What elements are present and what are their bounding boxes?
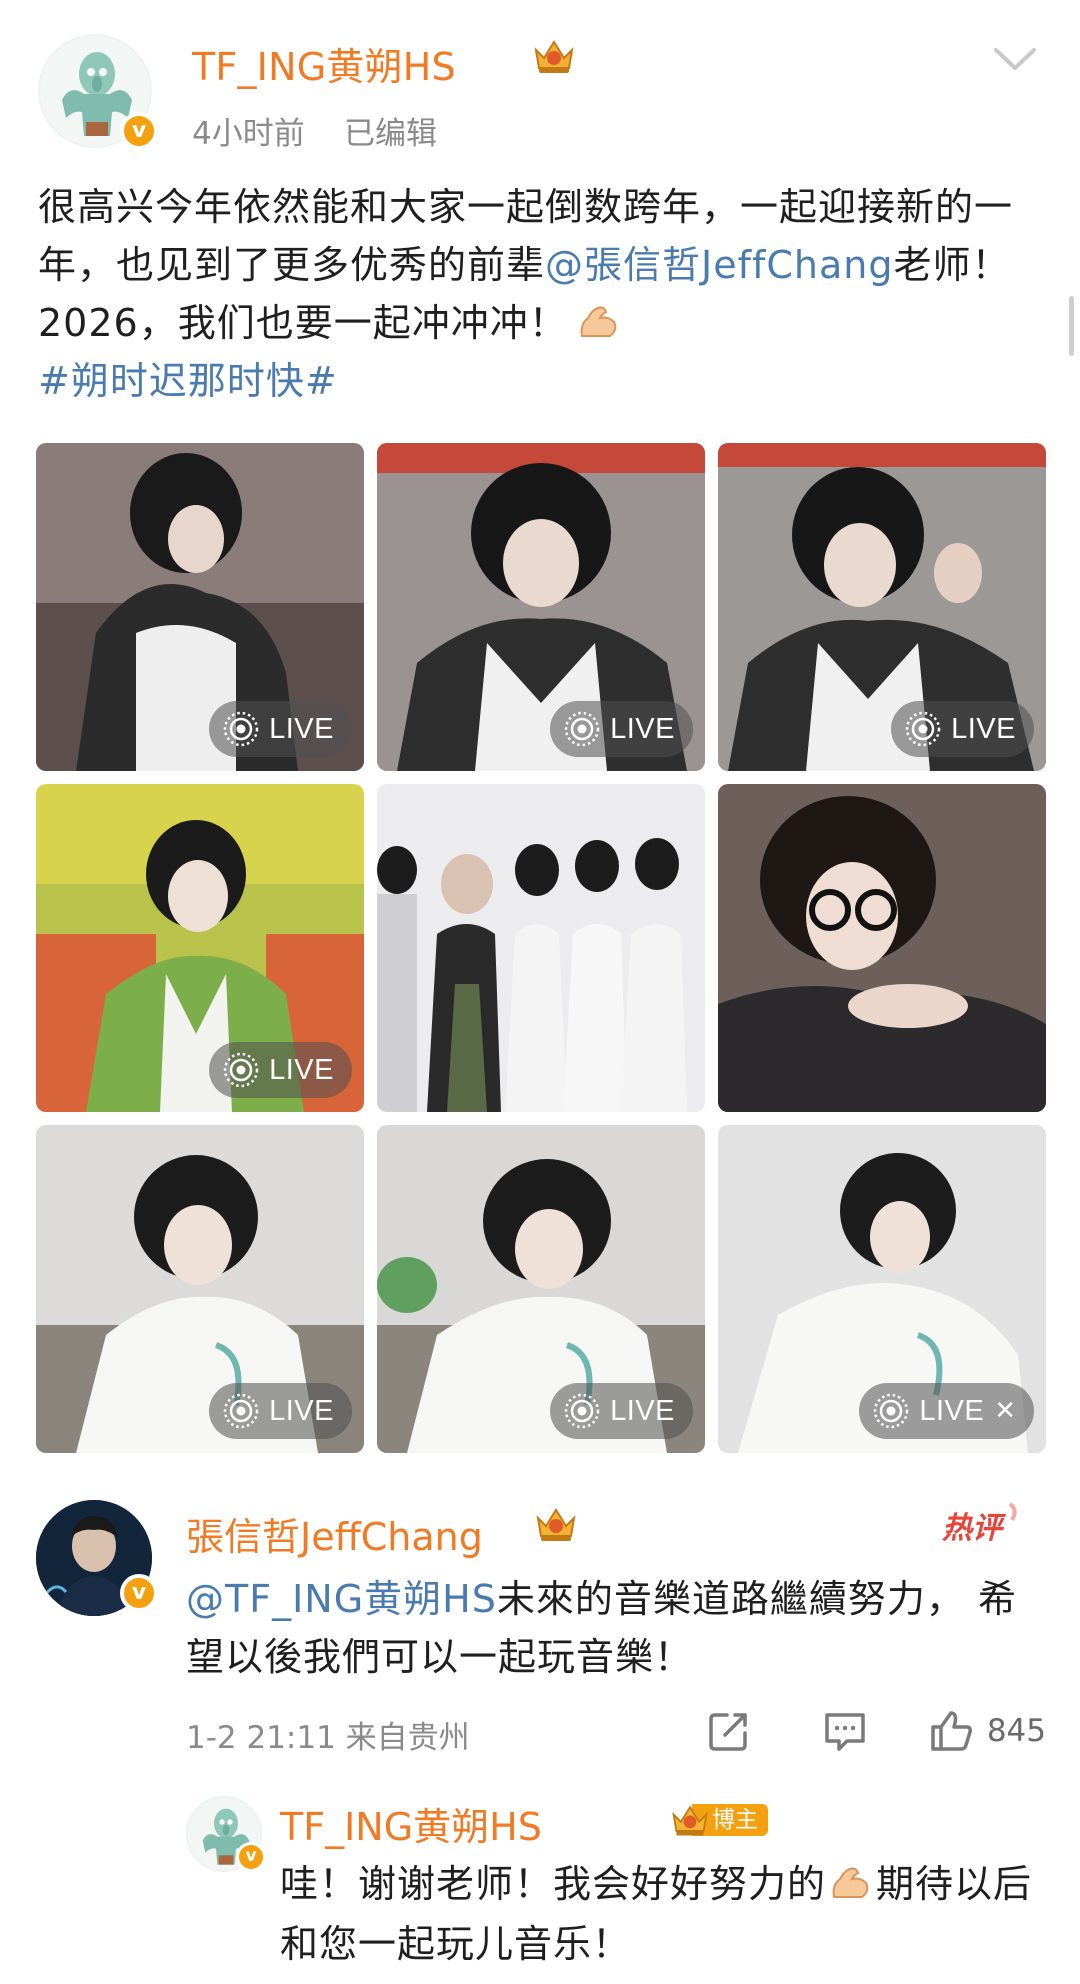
mention-link[interactable]: @張信哲JeffChang — [545, 243, 893, 287]
blogger-tag: 博主 — [670, 1800, 768, 1840]
live-label: LIVE — [269, 1394, 334, 1427]
verified-badge-icon: v — [120, 112, 158, 150]
scrollbar[interactable] — [1069, 296, 1074, 356]
photo-image — [377, 784, 705, 1112]
svg-text:热评: 热评 — [941, 1511, 1007, 1546]
live-badge[interactable]: LIVE — [209, 701, 352, 757]
like-count: 845 — [986, 1713, 1046, 1749]
photo-tile-7[interactable]: LIVE — [36, 1125, 364, 1453]
live-label: LIVE — [269, 712, 334, 745]
author-reply: v TF_ING黄朔HS 博主 哇！谢谢老师！我会好好努力的 期待以后和您一起玩… — [186, 1790, 1046, 1980]
muscle-emoji-icon — [832, 1867, 869, 1898]
hashtag-link[interactable]: #朔时迟那时快# — [38, 359, 338, 403]
live-badge[interactable]: LIVE — [891, 701, 1034, 757]
live-photo-icon — [223, 1393, 259, 1429]
live-badge[interactable]: LIVE ✕ — [859, 1383, 1034, 1439]
muscle-emoji-icon — [580, 306, 617, 337]
comment-icon[interactable] — [821, 1707, 869, 1755]
live-badge[interactable]: LIVE — [209, 1383, 352, 1439]
comment-meta: 1-2 21:11 来自贵州 — [186, 1720, 470, 1756]
post-header: v TF_ING黄朔HS 4小时前 已编辑 — [38, 30, 1042, 153]
edited-label[interactable]: 已编辑 — [344, 108, 437, 153]
live-photo-icon — [223, 711, 259, 747]
photo-tile-2[interactable]: LIVE — [377, 443, 705, 771]
author-name[interactable]: TF_ING黄朔HS — [192, 36, 456, 91]
live-photo-icon — [223, 1052, 259, 1088]
chevron-down-icon[interactable] — [992, 40, 1038, 80]
photo-image — [718, 784, 1046, 1112]
photo-tile-4[interactable]: LIVE — [36, 784, 364, 1112]
commenter-name[interactable]: 張信哲JeffChang — [186, 1506, 483, 1561]
reply-author-name[interactable]: TF_ING黄朔HS — [280, 1796, 542, 1851]
live-label: LIVE — [610, 1394, 675, 1427]
photo-tile-9[interactable]: LIVE ✕ — [718, 1125, 1046, 1453]
crown-level-icon — [672, 1805, 708, 1836]
live-photo-icon — [564, 1393, 600, 1429]
live-photo-icon — [905, 711, 941, 747]
hot-comment: v 張信哲JeffChang 热评 @TF_ING黄朔HS未來的音樂道路繼續努力… — [36, 1490, 1046, 1780]
live-badge[interactable]: LIVE — [550, 1383, 693, 1439]
like-icon[interactable] — [927, 1707, 975, 1755]
live-label: LIVE — [269, 1053, 334, 1086]
share-icon[interactable] — [705, 1707, 753, 1755]
reply-text-part1: 哇！谢谢老师！我会好好努力的 — [280, 1862, 827, 1906]
photo-tile-3[interactable]: LIVE — [718, 443, 1046, 771]
photo-tile-5[interactable] — [377, 784, 705, 1112]
live-label: LIVE — [610, 712, 675, 745]
live-badge[interactable]: LIVE — [209, 1042, 352, 1098]
photo-tile-6[interactable] — [718, 784, 1046, 1112]
live-badge[interactable]: LIVE — [550, 701, 693, 757]
verified-badge-icon: v — [236, 1842, 266, 1872]
crown-level-icon — [536, 1508, 576, 1541]
crown-level-icon — [534, 40, 574, 73]
live-photo-icon — [564, 711, 600, 747]
post-body: 很高兴今年依然能和大家一起倒数跨年，一起迎接新的一年，也见到了更多优秀的前辈@張… — [38, 178, 1042, 410]
photo-tile-8[interactable]: LIVE — [377, 1125, 705, 1453]
verified-badge-icon: v — [120, 1574, 158, 1612]
reply-body: 哇！谢谢老师！我会好好努力的 期待以后和您一起玩儿音乐！ — [280, 1854, 1060, 1974]
live-label: LIVE — [919, 1394, 985, 1427]
close-icon[interactable]: ✕ — [994, 1396, 1016, 1426]
live-photo-icon — [874, 1393, 909, 1429]
comment-body: @TF_ING黄朔HS未來的音樂道路繼續努力， 希望以後我們可以一起玩音樂！ — [186, 1570, 1046, 1686]
live-label: LIVE — [951, 712, 1016, 745]
comment-actions: 845 — [705, 1704, 1046, 1758]
comment-mention-link[interactable]: @TF_ING黄朔HS — [186, 1577, 497, 1621]
image-grid: LIVE LIVE LIVE LIVE LIVE LIVE LIVE ✕ — [36, 443, 1046, 1453]
hot-comment-badge-icon: 热评 — [941, 1502, 1017, 1546]
post-time: 4小时前 — [192, 116, 305, 152]
photo-tile-1[interactable]: LIVE — [36, 443, 364, 771]
